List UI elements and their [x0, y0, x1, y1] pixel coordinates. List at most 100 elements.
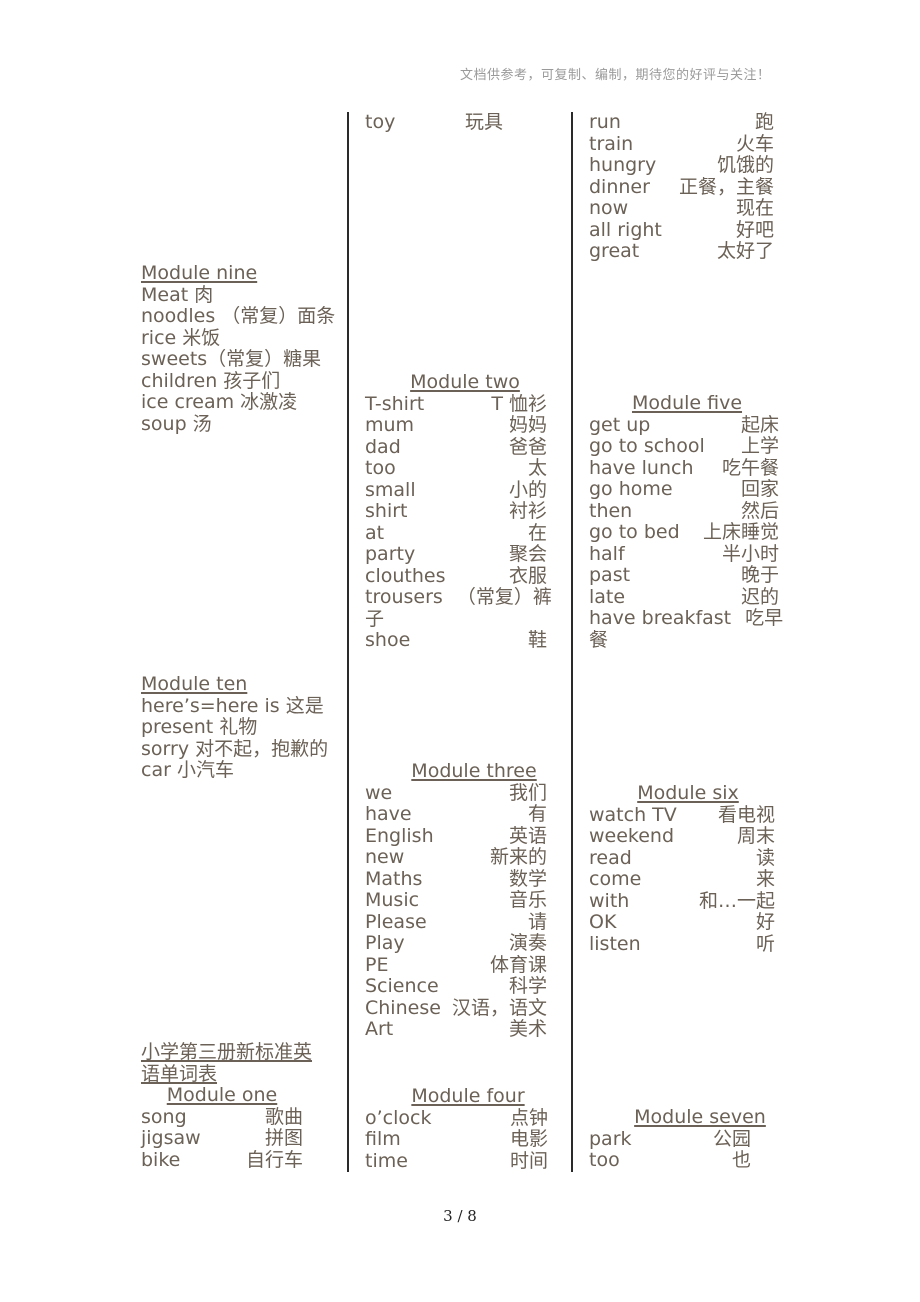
english-word: toy — [365, 111, 396, 133]
chinese-meaning: 鞋 — [527, 629, 547, 651]
word-row: dad 爸爸 — [365, 436, 547, 459]
english-word: Chinese — [365, 996, 441, 1019]
word-row: we 我们 — [365, 781, 547, 805]
module-one-section: 小学第三册新标准英语单词表 Module one song 歌曲 jigsaw 拼图 b… — [141, 1041, 312, 1171]
word-row: PE 体育课 — [365, 953, 547, 977]
english-word: have — [365, 803, 412, 825]
chinese-meaning: 来 — [755, 868, 775, 890]
english-word: past — [589, 564, 631, 586]
word-row: weekend 周末 — [589, 825, 775, 848]
vocab-line: Meat 肉 — [141, 283, 214, 306]
word-row: run 跑 — [589, 111, 774, 134]
module-six-section: Module six watch TV 看电视 weekend 周末 read 读 come… — [589, 782, 775, 955]
english-word: T-shirt — [365, 392, 425, 415]
chinese-meaning: T 恤衫 — [491, 392, 547, 415]
english-word: trousers — [365, 586, 443, 608]
english-word: jigsaw — [141, 1127, 201, 1149]
english-word: have lunch — [589, 456, 694, 479]
word-row: get up 起床 — [589, 413, 779, 437]
chinese-meaning: 吃午餐 — [721, 456, 779, 479]
english-word: Please — [365, 910, 427, 933]
chinese-meaning: 衣服 — [508, 564, 547, 587]
chinese-meaning: 也 — [731, 1149, 751, 1171]
word-row: song 歌曲 — [141, 1106, 303, 1129]
word-row: party 聚会 — [365, 543, 547, 566]
module-two-heading: Module two — [410, 371, 520, 393]
vocab-line: present 礼物 — [141, 716, 258, 738]
chinese-meaning: 点钟 — [509, 1106, 548, 1129]
english-word: film — [365, 1128, 401, 1150]
word-row: come 来 — [589, 868, 775, 891]
english-word: bike — [141, 1148, 181, 1171]
english-word: Play — [365, 932, 405, 954]
english-word: now — [589, 197, 629, 219]
vocab-line: ice cream 冰激凌 — [141, 391, 298, 413]
english-word: go to school — [589, 435, 705, 457]
english-word: late — [589, 585, 626, 608]
column2-top-section: toy 玩具 — [365, 111, 503, 134]
english-word: o’clock — [365, 1106, 432, 1129]
book-title: 小学第三册新标准英语单词表 — [141, 1041, 313, 1085]
chinese-meaning: 晚于 — [740, 564, 779, 586]
chinese-meaning: 美术 — [508, 1018, 547, 1040]
chinese-meaning: 回家 — [740, 478, 779, 500]
module-five-heading: Module five — [631, 392, 743, 414]
chinese-meaning: 饥饿的 — [716, 154, 774, 176]
module-ten-lines: here’s=here is 这是 present 礼物 sorry 对不起，抱歉的… — [141, 694, 331, 782]
word-row: go to bed 上床睡觉 — [589, 521, 779, 544]
chinese-meaning: 周末 — [736, 825, 775, 847]
chinese-meaning: 公园 — [712, 1127, 751, 1150]
word-row: have lunch 吃午餐 — [589, 456, 779, 480]
module-seven-words: park 公园 too 也 — [589, 1127, 751, 1172]
chinese-meaning: 现在 — [735, 197, 774, 219]
english-word: shirt — [365, 500, 408, 522]
chinese-meaning: 玩具 — [464, 111, 503, 133]
module-seven-heading: Module seven — [634, 1106, 766, 1128]
english-word: we — [365, 781, 393, 804]
word-row: o’clock 点钟 — [365, 1106, 548, 1130]
english-word: weekend — [589, 825, 675, 847]
english-word: Art — [365, 1018, 394, 1040]
english-word: go to bed — [589, 521, 680, 543]
module-two-section: Module two T-shirt T 恤衫 mum 妈妈 dad 爸爸 too 太 smal… — [365, 371, 552, 652]
english-word: new — [365, 846, 405, 868]
word-row: past 晚于 — [589, 564, 779, 587]
english-word: too — [589, 1149, 620, 1171]
module-two-words: T-shirt T 恤衫 mum 妈妈 dad 爸爸 too 太 small 小的 shirt 衬衫 a… — [365, 392, 552, 652]
chinese-meaning: 体育课 — [489, 953, 547, 976]
chinese-meaning: 然后 — [740, 499, 779, 522]
word-row: half 半小时 — [589, 542, 779, 566]
word-row: have 有 — [365, 803, 547, 826]
english-word: PE — [365, 953, 389, 976]
page-number: 3 / 8 — [443, 1207, 477, 1225]
chinese-meaning: 半小时 — [721, 542, 779, 565]
chinese-meaning: 太 — [527, 457, 547, 479]
english-word: small — [365, 478, 416, 501]
word-row: Art 美术 — [365, 1018, 547, 1041]
module-nine-heading: Module nine — [141, 262, 258, 284]
english-word: time — [365, 1149, 408, 1172]
word-row: Play 演奏 — [365, 932, 547, 955]
module-nine-section: Module nine Meat 肉 noodles （常复）面条 rice 米饭 s… — [141, 262, 341, 435]
module-one-heading: Module one — [166, 1084, 278, 1106]
word-row: too 也 — [589, 1149, 751, 1172]
word-row: with 和…一起 — [589, 890, 775, 913]
chinese-meaning: 起床 — [740, 413, 779, 436]
english-word: English — [365, 824, 434, 847]
english-word: mum — [365, 414, 415, 436]
column2-top-words: toy 玩具 — [365, 111, 503, 134]
vocab-line: here’s=here is 这是 — [141, 694, 324, 717]
english-word: Music — [365, 889, 420, 911]
word-row: toy 玩具 — [365, 111, 503, 134]
english-word: watch TV — [589, 803, 677, 826]
english-word: great — [589, 240, 640, 262]
english-word: too — [365, 457, 396, 479]
chinese-meaning: 好吧 — [735, 218, 774, 241]
word-row: then 然后 — [589, 499, 779, 523]
word-row: new 新来的 — [365, 846, 547, 869]
english-word: come — [589, 868, 642, 890]
vocab-line: sorry 对不起，抱歉的 — [141, 737, 329, 760]
chinese-meaning: 时间 — [509, 1149, 548, 1172]
column-divider-left — [347, 112, 349, 1172]
english-word: train — [589, 132, 634, 155]
